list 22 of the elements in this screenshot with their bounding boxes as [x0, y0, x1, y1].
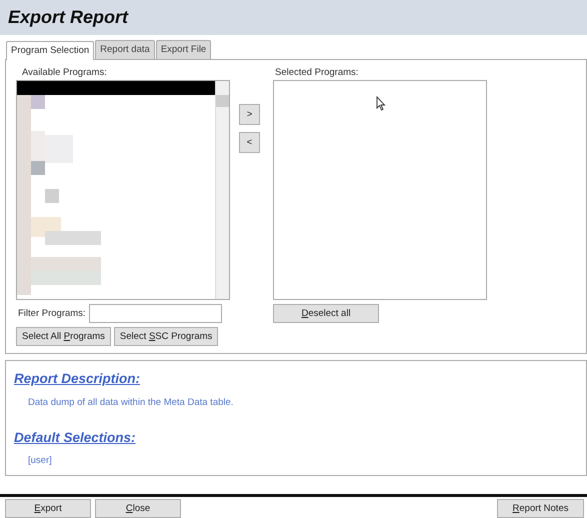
select-ssc-programs-button[interactable]: Select SSC Programs: [114, 327, 218, 346]
select-all-programs-button[interactable]: Select All Programs: [16, 327, 111, 346]
close-button[interactable]: Close: [95, 499, 181, 518]
default-selections-heading: Default Selections:: [14, 428, 137, 447]
window-title: Export Report: [0, 0, 587, 35]
report-description-heading: Report Description:: [14, 370, 142, 388]
tab[interactable]: Report data: [95, 40, 155, 60]
export-button[interactable]: Export: [5, 499, 91, 518]
tab[interactable]: Program Selection: [6, 41, 94, 60]
report-description-text: Data dump of all data within the Meta Data table.: [28, 396, 234, 410]
filter-programs-field[interactable]: [88, 304, 222, 324]
tab[interactable]: Export File: [156, 40, 212, 60]
filter-programs-label: Filter Programs:: [17, 306, 86, 321]
available-programs-label: Available Programs:: [21, 66, 108, 80]
scrollbar[interactable]: [215, 81, 229, 300]
report-notes-button[interactable]: Report Notes: [497, 499, 584, 518]
deselect-all-button[interactable]: Deselect all: [273, 304, 379, 324]
cursor-icon: [376, 96, 386, 112]
selected-programs-label: Selected Programs:: [274, 66, 360, 80]
remove-button[interactable]: <: [239, 132, 260, 154]
add-button[interactable]: >: [239, 104, 260, 126]
default-selections-text: [user]: [28, 454, 53, 468]
